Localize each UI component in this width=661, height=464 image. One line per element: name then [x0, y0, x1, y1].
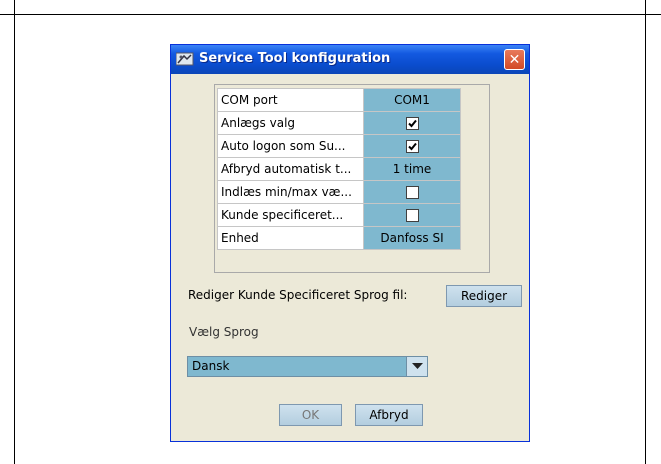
checkmark-icon — [407, 142, 417, 151]
property-row: Anlægs valg — [217, 111, 461, 135]
window-title: Service Tool konfiguration — [199, 51, 391, 66]
property-value[interactable] — [363, 134, 461, 158]
property-name: Anlægs valg — [217, 111, 364, 135]
close-icon: ✕ — [508, 51, 521, 68]
property-row: Enhed Danfoss SI — [217, 226, 461, 250]
property-checkbox[interactable] — [405, 140, 419, 153]
property-name: Afbryd automatisk t... — [217, 157, 364, 181]
property-row: Afbryd automatisk t... 1 time — [217, 157, 461, 181]
cancel-button[interactable]: Afbryd — [355, 404, 423, 426]
chevron-down-icon — [412, 363, 423, 369]
property-row: Indlæs min/max væ... — [217, 180, 461, 204]
dialog-body: COM port COM1 Anlægs valg Auto logon som Su… — [175, 74, 525, 438]
rediger-button[interactable]: Rediger — [446, 285, 522, 307]
property-value[interactable] — [363, 180, 461, 204]
language-select[interactable]: Dansk — [187, 356, 428, 377]
language-label: Vælg Sprog — [189, 325, 259, 339]
config-dialog: Service Tool konfiguration ✕ COM port COM… — [170, 44, 530, 442]
property-value[interactable] — [363, 203, 461, 227]
property-name: Indlæs min/max væ... — [217, 180, 364, 204]
property-table: COM port COM1 Anlægs valg Auto logon som Su… — [217, 88, 461, 250]
property-value[interactable] — [363, 111, 461, 135]
property-name: COM port — [217, 88, 364, 112]
property-name: Enhed — [217, 226, 364, 250]
property-row: Kunde specificeret... — [217, 203, 461, 227]
property-name: Auto logon som Su... — [217, 134, 364, 158]
property-checkbox[interactable] — [405, 209, 419, 222]
checkmark-icon — [407, 119, 417, 128]
property-value[interactable]: COM1 — [363, 88, 461, 112]
property-checkbox[interactable] — [405, 186, 419, 199]
page-frame-top — [0, 14, 661, 15]
property-row: Auto logon som Su... — [217, 134, 461, 158]
language-select-value: Dansk — [192, 359, 230, 373]
property-name: Kunde specificeret... — [217, 203, 364, 227]
page-frame-right — [645, 0, 646, 464]
property-checkbox[interactable] — [405, 117, 419, 130]
service-tool-icon — [175, 51, 194, 67]
close-button[interactable]: ✕ — [504, 49, 525, 70]
property-table-panel: COM port COM1 Anlægs valg Auto logon som Su… — [214, 84, 490, 273]
dropdown-button[interactable] — [406, 357, 427, 376]
edit-language-file-label: Rediger Kunde Specificeret Sprog fil: — [188, 288, 408, 302]
ok-button[interactable]: OK — [279, 404, 342, 426]
title-bar[interactable]: Service Tool konfiguration ✕ — [171, 45, 529, 74]
property-row: COM port COM1 — [217, 88, 461, 112]
property-value[interactable]: Danfoss SI — [363, 226, 461, 250]
page-frame-left — [14, 0, 15, 464]
property-value[interactable]: 1 time — [363, 157, 461, 181]
